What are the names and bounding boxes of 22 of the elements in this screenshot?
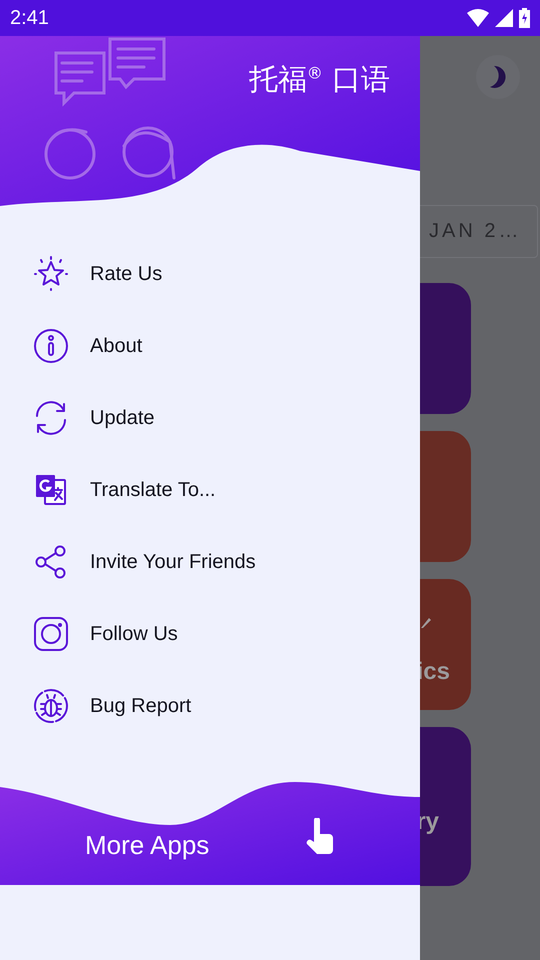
refresh-icon [33, 400, 69, 436]
menu-item[interactable]: About [0, 310, 420, 382]
camera-icon [33, 616, 69, 652]
more-apps-label: More Apps [85, 830, 210, 861]
translate-icon [33, 472, 69, 508]
menu-item[interactable]: Update [0, 382, 420, 454]
battery-icon [519, 8, 530, 28]
menu-item[interactable]: Bug Report [0, 670, 420, 742]
more-apps-banner[interactable]: More Apps [0, 780, 420, 885]
theme-toggle[interactable] [476, 55, 520, 99]
star-icon [33, 256, 69, 292]
signal-icon [495, 9, 513, 27]
menu-item[interactable]: Follow Us [0, 598, 420, 670]
app-title: 托福$^{®}$ 口语 [248, 61, 390, 98]
info-icon [33, 328, 69, 364]
menu-item[interactable]: Translate To... [0, 454, 420, 526]
pointing-hand-icon [305, 818, 335, 854]
bug-icon [33, 688, 69, 724]
status-time: 2:41 [10, 6, 49, 30]
moon-icon [488, 65, 508, 89]
wifi-icon [467, 9, 489, 27]
menu-item[interactable]: Invite Your Friends [0, 526, 420, 598]
